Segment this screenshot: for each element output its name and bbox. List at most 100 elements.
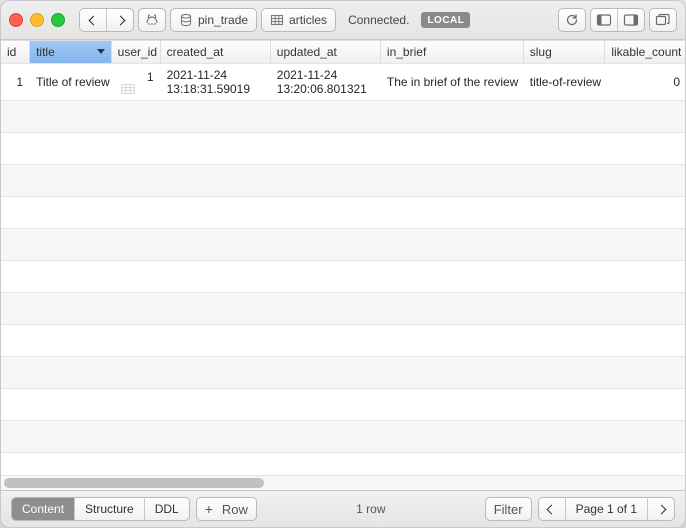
table-row	[1, 261, 685, 293]
breadcrumb-database[interactable]: pin_trade	[170, 8, 257, 32]
elephant-icon	[144, 12, 160, 28]
empty-cell	[605, 197, 685, 229]
empty-cell	[270, 453, 380, 476]
empty-cell	[270, 325, 380, 357]
cell-text: 2021-11-2413:20:06.801321	[277, 68, 367, 96]
empty-cell	[523, 261, 605, 293]
tab-ddl[interactable]: DDL	[144, 498, 189, 520]
cell-slug[interactable]: title-of-review	[523, 64, 605, 101]
cell-likable_count[interactable]: 0	[605, 64, 685, 101]
page-indicator[interactable]: Page 1 of 1	[565, 498, 647, 520]
breadcrumb-table[interactable]: articles	[261, 8, 336, 32]
cell-title[interactable]: Title of review	[30, 64, 112, 101]
empty-cell	[380, 453, 523, 476]
horizontal-scrollbar[interactable]	[1, 475, 685, 490]
minimize-window[interactable]	[30, 13, 44, 27]
table-row[interactable]: 1Title of review12021-11-2413:18:31.5901…	[1, 64, 685, 101]
scrollbar-thumb[interactable]	[4, 478, 264, 488]
empty-cell	[270, 101, 380, 133]
tab-content[interactable]: Content	[12, 498, 74, 520]
column-header-title[interactable]: title	[30, 41, 112, 64]
grid-scroll[interactable]: idtitleuser_idcreated_atupdated_atin_bri…	[1, 41, 685, 475]
tab-structure[interactable]: Structure	[74, 498, 144, 520]
panel-right-button[interactable]	[617, 9, 644, 31]
cell-id[interactable]: 1	[1, 64, 30, 101]
empty-cell	[605, 261, 685, 293]
new-window-button[interactable]	[649, 8, 677, 32]
empty-cell	[1, 133, 30, 165]
empty-cell	[523, 293, 605, 325]
database-icon	[179, 13, 193, 27]
empty-cell	[523, 101, 605, 133]
empty-cell	[605, 357, 685, 389]
table-row	[1, 325, 685, 357]
empty-cell	[1, 261, 30, 293]
cell-created_at[interactable]: 2021-11-2413:18:31.59019	[160, 64, 270, 101]
panel-left-button[interactable]	[591, 9, 617, 31]
app-window: pin_trade articles Connected. LOCAL idti…	[0, 0, 686, 528]
nav-forward-button[interactable]	[106, 9, 133, 31]
foreign-key-icon	[121, 84, 135, 94]
empty-cell	[160, 293, 270, 325]
column-header-id[interactable]: id	[1, 41, 30, 64]
chevron-right-icon	[115, 15, 125, 25]
empty-cell	[111, 357, 160, 389]
table-icon	[270, 13, 284, 27]
connection-button[interactable]	[138, 8, 166, 32]
page-prev-button[interactable]	[539, 498, 565, 520]
empty-cell	[30, 357, 112, 389]
cell-user_id[interactable]: 1	[111, 64, 160, 101]
page-next-button[interactable]	[647, 498, 674, 520]
empty-cell	[111, 101, 160, 133]
close-window[interactable]	[9, 13, 23, 27]
empty-cell	[30, 421, 112, 453]
empty-cell	[30, 101, 112, 133]
empty-cell	[523, 389, 605, 421]
column-header-likable_count[interactable]: likable_count	[605, 41, 685, 64]
empty-cell	[523, 357, 605, 389]
view-tabs: Content Structure DDL	[11, 497, 190, 521]
zoom-window[interactable]	[51, 13, 65, 27]
column-header-user_id[interactable]: user_id	[111, 41, 160, 64]
empty-cell	[523, 197, 605, 229]
empty-cell	[380, 133, 523, 165]
empty-cell	[30, 197, 112, 229]
breadcrumb-database-label: pin_trade	[198, 13, 248, 27]
empty-cell	[1, 293, 30, 325]
empty-cell	[380, 197, 523, 229]
breadcrumb-table-label: articles	[289, 13, 327, 27]
empty-cell	[1, 165, 30, 197]
empty-cell	[160, 229, 270, 261]
empty-cell	[30, 453, 112, 476]
empty-cell	[270, 133, 380, 165]
empty-cell	[605, 293, 685, 325]
table-row	[1, 357, 685, 389]
empty-cell	[111, 261, 160, 293]
add-row-label: Row	[222, 502, 248, 517]
empty-cell	[111, 325, 160, 357]
plus-icon: +	[205, 502, 213, 516]
empty-cell	[30, 261, 112, 293]
empty-cell	[270, 229, 380, 261]
connection-status: Connected.	[340, 13, 417, 27]
column-header-updated_at[interactable]: updated_at	[270, 41, 380, 64]
column-header-slug[interactable]: slug	[523, 41, 605, 64]
filter-button[interactable]: Filter	[485, 497, 532, 521]
refresh-button[interactable]	[558, 8, 586, 32]
cell-updated_at[interactable]: 2021-11-2413:20:06.801321	[270, 64, 380, 101]
column-header-in_brief[interactable]: in_brief	[380, 41, 523, 64]
empty-cell	[270, 261, 380, 293]
empty-cell	[523, 229, 605, 261]
column-header-created_at[interactable]: created_at	[160, 41, 270, 64]
table-row	[1, 229, 685, 261]
cell-in_brief[interactable]: The in brief of the review	[380, 64, 523, 101]
toolbar: pin_trade articles Connected. LOCAL	[1, 1, 685, 40]
empty-cell	[111, 453, 160, 476]
empty-cell	[160, 101, 270, 133]
empty-cell	[1, 453, 30, 476]
empty-cell	[605, 133, 685, 165]
add-row-button[interactable]: + Row	[196, 497, 257, 521]
nav-back-button[interactable]	[80, 9, 106, 31]
empty-cell	[30, 229, 112, 261]
empty-cell	[605, 165, 685, 197]
